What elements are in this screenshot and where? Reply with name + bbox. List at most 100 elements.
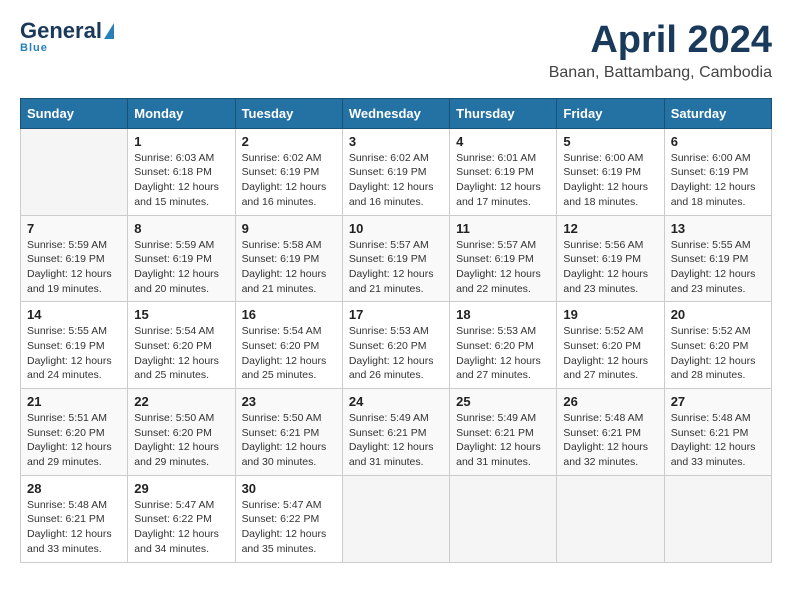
- calendar-cell: 4 Sunrise: 6:01 AMSunset: 6:19 PMDaylight…: [450, 128, 557, 215]
- week-row-5: 28 Sunrise: 5:48 AMSunset: 6:21 PMDayligh…: [21, 475, 772, 562]
- day-info: Sunrise: 5:53 AMSunset: 6:20 PMDaylight:…: [456, 324, 550, 383]
- calendar-cell: 21 Sunrise: 5:51 AMSunset: 6:20 PMDayligh…: [21, 389, 128, 476]
- location-title: Banan, Battambang, Cambodia: [549, 64, 772, 82]
- calendar-cell: 14 Sunrise: 5:55 AMSunset: 6:19 PMDayligh…: [21, 302, 128, 389]
- calendar-cell: 26 Sunrise: 5:48 AMSunset: 6:21 PMDayligh…: [557, 389, 664, 476]
- day-number: 13: [671, 221, 765, 236]
- calendar-cell: 22Sunrise: 5:50 AMSunset: 6:20 PMDayligh…: [128, 389, 235, 476]
- day-info: Sunrise: 6:03 AMSunset: 6:18 PMDaylight:…: [134, 151, 228, 210]
- day-info: Sunrise: 5:57 AMSunset: 6:19 PMDaylight:…: [456, 238, 550, 297]
- day-info: Sunrise: 6:00 AMSunset: 6:19 PMDaylight:…: [563, 151, 657, 210]
- calendar-cell: 20 Sunrise: 5:52 AMSunset: 6:20 PMDayligh…: [664, 302, 771, 389]
- calendar-table: SundayMondayTuesdayWednesdayThursdayFrid…: [20, 98, 772, 563]
- day-number: 26: [563, 394, 657, 409]
- calendar-cell: 5 Sunrise: 6:00 AMSunset: 6:19 PMDaylight…: [557, 128, 664, 215]
- day-info: Sunrise: 5:50 AMSunset: 6:20 PMDaylight:…: [134, 411, 228, 470]
- day-info: Sunrise: 5:54 AMSunset: 6:20 PMDaylight:…: [134, 324, 228, 383]
- day-number: 16: [242, 307, 336, 322]
- day-number: 5: [563, 134, 657, 149]
- week-row-2: 7 Sunrise: 5:59 AMSunset: 6:19 PMDaylight…: [21, 215, 772, 302]
- day-info: Sunrise: 5:53 AMSunset: 6:20 PMDaylight:…: [349, 324, 443, 383]
- calendar-cell: 15 Sunrise: 5:54 AMSunset: 6:20 PMDayligh…: [128, 302, 235, 389]
- calendar-cell: 24 Sunrise: 5:49 AMSunset: 6:21 PMDayligh…: [342, 389, 449, 476]
- logo-triangle-icon: [104, 23, 114, 39]
- calendar-cell: 19 Sunrise: 5:52 AMSunset: 6:20 PMDayligh…: [557, 302, 664, 389]
- calendar-cell: 30 Sunrise: 5:47 AMSunset: 6:22 PMDayligh…: [235, 475, 342, 562]
- calendar-cell: 28 Sunrise: 5:48 AMSunset: 6:21 PMDayligh…: [21, 475, 128, 562]
- calendar-cell: 1 Sunrise: 6:03 AMSunset: 6:18 PMDaylight…: [128, 128, 235, 215]
- day-number: 18: [456, 307, 550, 322]
- day-info: Sunrise: 5:48 AMSunset: 6:21 PMDaylight:…: [671, 411, 765, 470]
- day-number: 30: [242, 481, 336, 496]
- calendar-cell: 11 Sunrise: 5:57 AMSunset: 6:19 PMDayligh…: [450, 215, 557, 302]
- day-number: 21: [27, 394, 121, 409]
- day-info: Sunrise: 5:48 AMSunset: 6:21 PMDaylight:…: [27, 498, 121, 557]
- calendar-cell: 8Sunrise: 5:59 AMSunset: 6:19 PMDaylight…: [128, 215, 235, 302]
- calendar-cell: 10 Sunrise: 5:57 AMSunset: 6:19 PMDayligh…: [342, 215, 449, 302]
- calendar-cell: 7 Sunrise: 5:59 AMSunset: 6:19 PMDaylight…: [21, 215, 128, 302]
- weekday-header-sunday: Sunday: [21, 98, 128, 128]
- day-number: 24: [349, 394, 443, 409]
- day-info: Sunrise: 5:52 AMSunset: 6:20 PMDaylight:…: [671, 324, 765, 383]
- day-info: Sunrise: 5:52 AMSunset: 6:20 PMDaylight:…: [563, 324, 657, 383]
- logo-general: General: [20, 20, 102, 42]
- day-number: 15: [134, 307, 228, 322]
- day-number: 28: [27, 481, 121, 496]
- weekday-header-friday: Friday: [557, 98, 664, 128]
- calendar-cell: 13Sunrise: 5:55 AMSunset: 6:19 PMDayligh…: [664, 215, 771, 302]
- calendar-cell: 29Sunrise: 5:47 AMSunset: 6:22 PMDayligh…: [128, 475, 235, 562]
- day-info: Sunrise: 6:01 AMSunset: 6:19 PMDaylight:…: [456, 151, 550, 210]
- day-number: 1: [134, 134, 228, 149]
- calendar-cell: 27 Sunrise: 5:48 AMSunset: 6:21 PMDayligh…: [664, 389, 771, 476]
- day-number: 12: [563, 221, 657, 236]
- day-number: 19: [563, 307, 657, 322]
- weekday-header-tuesday: Tuesday: [235, 98, 342, 128]
- weekday-header-row: SundayMondayTuesdayWednesdayThursdayFrid…: [21, 98, 772, 128]
- calendar-cell: 25 Sunrise: 5:49 AMSunset: 6:21 PMDayligh…: [450, 389, 557, 476]
- day-info: Sunrise: 5:57 AMSunset: 6:19 PMDaylight:…: [349, 238, 443, 297]
- day-info: Sunrise: 5:49 AMSunset: 6:21 PMDaylight:…: [349, 411, 443, 470]
- day-number: 7: [27, 221, 121, 236]
- day-number: 27: [671, 394, 765, 409]
- day-number: 4: [456, 134, 550, 149]
- day-info: Sunrise: 5:51 AMSunset: 6:20 PMDaylight:…: [27, 411, 121, 470]
- weekday-header-thursday: Thursday: [450, 98, 557, 128]
- day-number: 23: [242, 394, 336, 409]
- day-info: Sunrise: 5:49 AMSunset: 6:21 PMDaylight:…: [456, 411, 550, 470]
- weekday-header-saturday: Saturday: [664, 98, 771, 128]
- header-area: General Blue April 2024 Banan, Battamban…: [20, 20, 772, 82]
- day-info: Sunrise: 5:59 AMSunset: 6:19 PMDaylight:…: [27, 238, 121, 297]
- calendar-cell: 3 Sunrise: 6:02 AMSunset: 6:19 PMDaylight…: [342, 128, 449, 215]
- calendar-cell: 23 Sunrise: 5:50 AMSunset: 6:21 PMDayligh…: [235, 389, 342, 476]
- day-info: Sunrise: 5:55 AMSunset: 6:19 PMDaylight:…: [27, 324, 121, 383]
- day-info: Sunrise: 5:47 AMSunset: 6:22 PMDaylight:…: [242, 498, 336, 557]
- weekday-header-monday: Monday: [128, 98, 235, 128]
- day-number: 2: [242, 134, 336, 149]
- calendar-cell: [342, 475, 449, 562]
- logo-blue: Blue: [20, 42, 48, 54]
- calendar-cell: 16Sunrise: 5:54 AMSunset: 6:20 PMDayligh…: [235, 302, 342, 389]
- calendar-cell: 17 Sunrise: 5:53 AMSunset: 6:20 PMDayligh…: [342, 302, 449, 389]
- weekday-header-wednesday: Wednesday: [342, 98, 449, 128]
- day-info: Sunrise: 5:48 AMSunset: 6:21 PMDaylight:…: [563, 411, 657, 470]
- day-info: Sunrise: 5:58 AMSunset: 6:19 PMDaylight:…: [242, 238, 336, 297]
- day-number: 14: [27, 307, 121, 322]
- week-row-3: 14 Sunrise: 5:55 AMSunset: 6:19 PMDayligh…: [21, 302, 772, 389]
- calendar-cell: [664, 475, 771, 562]
- day-info: Sunrise: 6:02 AMSunset: 6:19 PMDaylight:…: [349, 151, 443, 210]
- day-info: Sunrise: 5:47 AMSunset: 6:22 PMDaylight:…: [134, 498, 228, 557]
- day-info: Sunrise: 6:00 AMSunset: 6:19 PMDaylight:…: [671, 151, 765, 210]
- day-number: 20: [671, 307, 765, 322]
- logo: General Blue: [20, 20, 114, 54]
- day-number: 17: [349, 307, 443, 322]
- day-number: 8: [134, 221, 228, 236]
- calendar-cell: 6Sunrise: 6:00 AMSunset: 6:19 PMDaylight…: [664, 128, 771, 215]
- day-number: 11: [456, 221, 550, 236]
- day-number: 10: [349, 221, 443, 236]
- calendar-cell: 9Sunrise: 5:58 AMSunset: 6:19 PMDaylight…: [235, 215, 342, 302]
- week-row-4: 21 Sunrise: 5:51 AMSunset: 6:20 PMDayligh…: [21, 389, 772, 476]
- day-info: Sunrise: 5:56 AMSunset: 6:19 PMDaylight:…: [563, 238, 657, 297]
- day-info: Sunrise: 5:50 AMSunset: 6:21 PMDaylight:…: [242, 411, 336, 470]
- day-number: 3: [349, 134, 443, 149]
- day-number: 25: [456, 394, 550, 409]
